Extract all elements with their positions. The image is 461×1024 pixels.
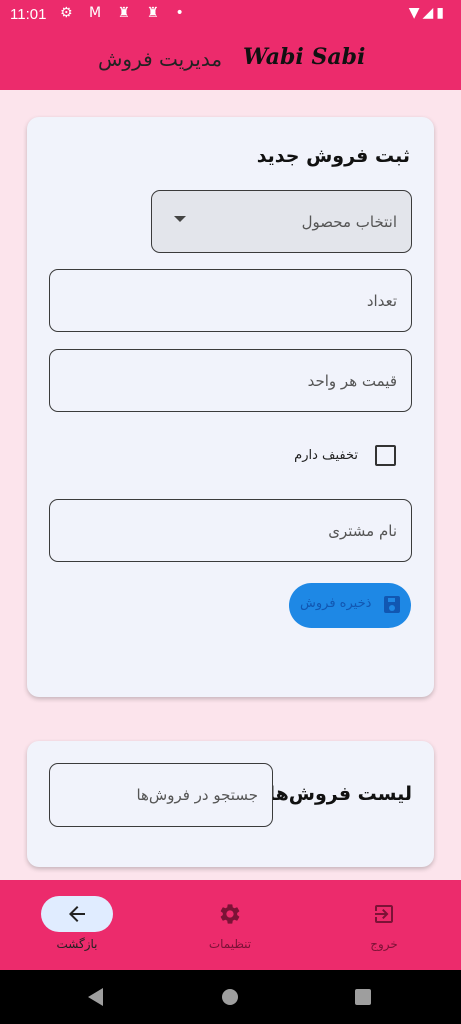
- product-select[interactable]: انتخاب محصول: [151, 190, 412, 253]
- nav-settings[interactable]: تنظیمات: [173, 880, 287, 970]
- unit-price-placeholder: قیمت هر واحد: [307, 371, 397, 390]
- logout-icon: [375, 905, 393, 923]
- customer-name-placeholder: نام مشتری: [328, 521, 397, 540]
- status-bar: 11:01 ⚙ M ♜ ♜ • ▼◢▮: [0, 0, 461, 30]
- save-sale-button[interactable]: ذخیره فروش: [289, 583, 411, 628]
- sales-search-input[interactable]: جستجو در فروش‌ها: [49, 763, 273, 827]
- dropdown-arrow-icon: [174, 216, 186, 222]
- sales-search-placeholder: جستجو در فروش‌ها: [136, 786, 258, 804]
- nav-logout[interactable]: خروج: [327, 880, 441, 970]
- bottom-navigation: بازگشت تنظیمات خروج: [0, 880, 461, 970]
- nav-back-label: بازگشت: [56, 937, 98, 951]
- discount-checkbox[interactable]: [375, 445, 396, 466]
- page-title: مدیریت فروش: [98, 47, 223, 71]
- product-select-placeholder: انتخاب محصول: [301, 212, 397, 231]
- system-back-icon[interactable]: [88, 988, 103, 1006]
- app-bar: مدیریت فروش Wabi Sabi: [0, 30, 461, 90]
- discount-label: تخفیف دارم: [294, 448, 358, 463]
- quantity-field[interactable]: تعداد: [49, 269, 412, 332]
- new-sale-title: ثبت فروش جدید: [256, 145, 410, 167]
- arrow-back-icon: [69, 906, 85, 922]
- system-status-icons: ▼◢▮: [408, 5, 447, 21]
- system-home-icon[interactable]: [222, 989, 238, 1005]
- save-sale-label: ذخیره فروش: [300, 596, 372, 611]
- unit-price-field[interactable]: قیمت هر واحد: [49, 349, 412, 412]
- nav-back[interactable]: بازگشت: [20, 880, 134, 970]
- save-icon: [384, 596, 400, 613]
- discount-row[interactable]: تخفیف دارم: [196, 444, 396, 470]
- settings-icon: [220, 904, 240, 924]
- nav-settings-label: تنظیمات: [208, 937, 252, 951]
- nav-logout-label: خروج: [370, 937, 398, 951]
- sales-list-card: لیست فروش‌ها جستجو در فروش‌ها: [27, 741, 434, 867]
- sales-list-title: لیست فروش‌ها: [268, 783, 412, 805]
- status-time: 11:01: [10, 6, 47, 23]
- quantity-placeholder: تعداد: [366, 291, 397, 310]
- notification-icons: ⚙ M ♜ ♜ •: [60, 5, 190, 21]
- brand-logo: Wabi Sabi: [243, 44, 366, 70]
- new-sale-card: ثبت فروش جدید انتخاب محصول تعداد قیمت هر…: [27, 117, 434, 697]
- system-navigation-bar: [0, 970, 461, 1024]
- system-recents-icon[interactable]: [355, 989, 371, 1005]
- customer-name-field[interactable]: نام مشتری: [49, 499, 412, 562]
